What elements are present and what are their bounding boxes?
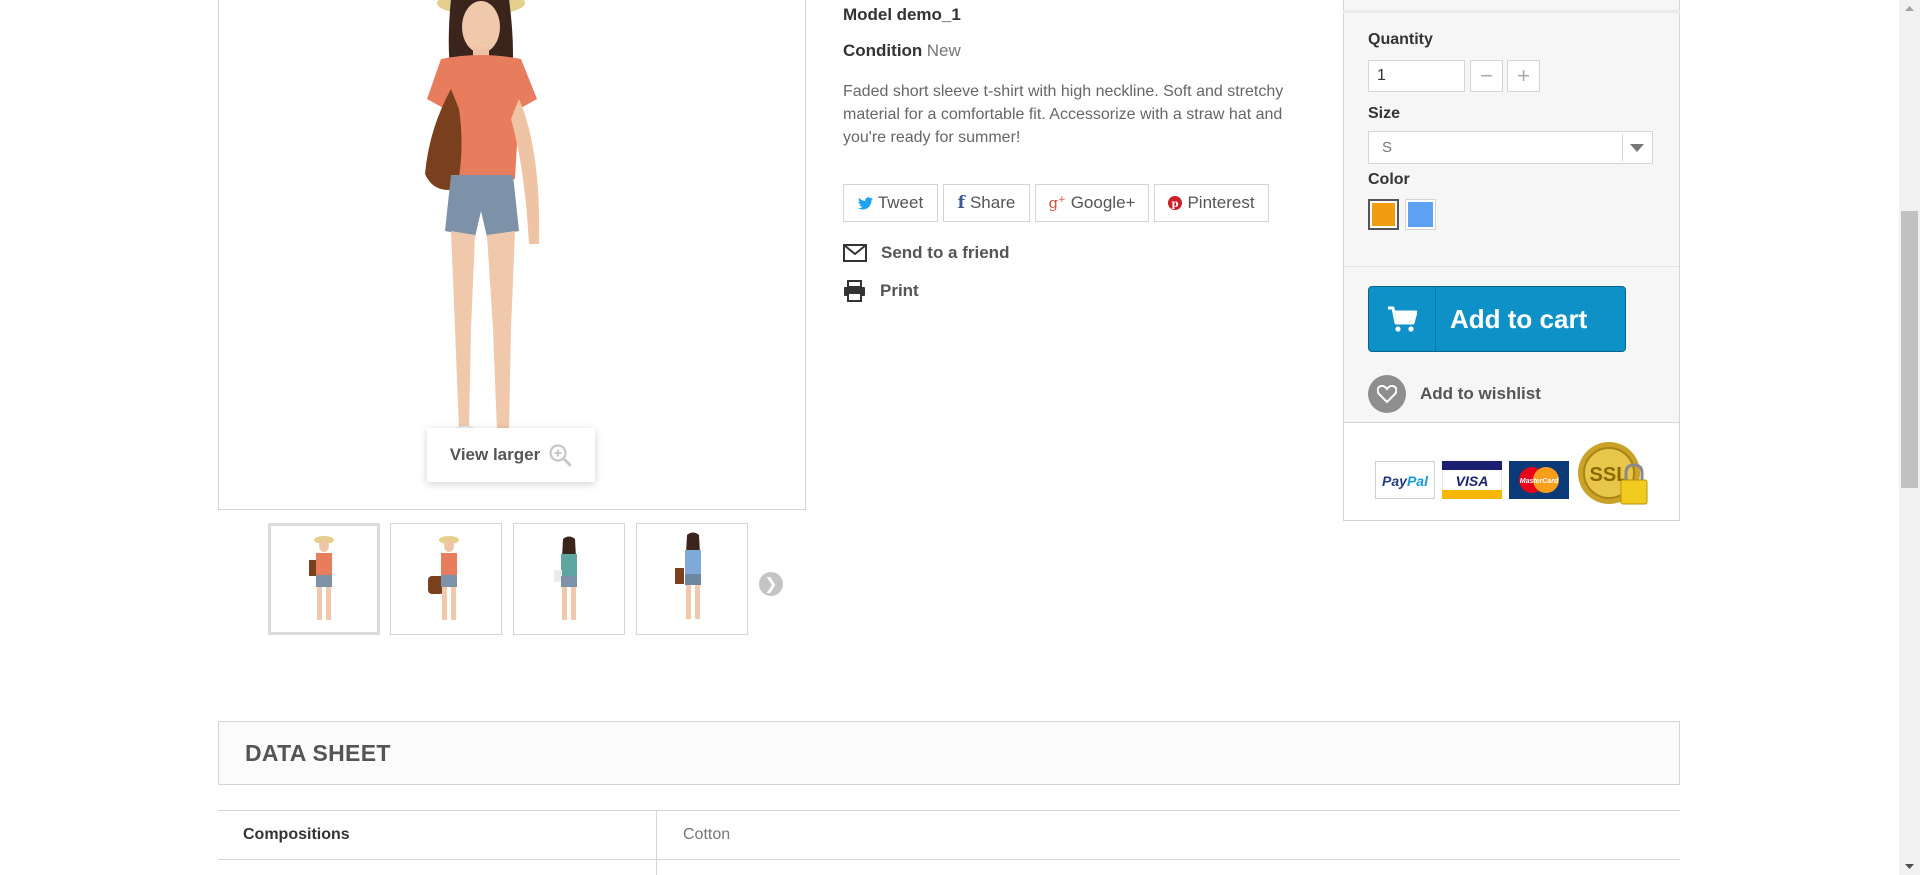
- quantity-decrease-button[interactable]: −: [1470, 60, 1503, 92]
- thumbnail-photo: [309, 536, 334, 620]
- add-to-wishlist-link[interactable]: Add to wishlist: [1368, 375, 1541, 413]
- data-sheet-key: Compositions: [243, 826, 350, 843]
- twitter-icon: [857, 196, 873, 209]
- thumbnail-3[interactable]: [513, 523, 625, 635]
- color-label: Color: [1368, 171, 1410, 188]
- buy-box-top-shade: [1343, 10, 1680, 13]
- quantity-increase-button[interactable]: +: [1507, 60, 1540, 92]
- google-plus-label: Google+: [1070, 193, 1136, 212]
- scroll-down-icon[interactable]: [1899, 858, 1920, 875]
- plus-icon: +: [1517, 63, 1530, 88]
- scroll-up-icon[interactable]: [1899, 0, 1920, 17]
- printer-icon: [844, 280, 865, 302]
- zoom-in-icon: [549, 444, 572, 467]
- google-plus-button[interactable]: g+ Google+: [1035, 184, 1149, 222]
- svg-text:p: p: [1172, 199, 1179, 210]
- data-sheet-header: DATA SHEET: [218, 721, 1680, 785]
- size-select[interactable]: S: [1368, 131, 1653, 164]
- thumbnail-2[interactable]: [390, 523, 502, 635]
- condition-value: New: [926, 41, 961, 60]
- send-to-friend-label: Send to a friend: [881, 243, 1010, 262]
- add-to-wishlist-label: Add to wishlist: [1420, 384, 1541, 403]
- minus-icon: −: [1480, 63, 1493, 88]
- google-plus-icon: g+: [1048, 194, 1066, 212]
- svg-text:VISA: VISA: [1456, 473, 1489, 489]
- svg-text:PayPal: PayPal: [1382, 473, 1429, 489]
- mastercard-logo: MasterCard: [1509, 461, 1569, 499]
- model-value: demo_1: [896, 5, 961, 24]
- column-divider: [656, 811, 657, 875]
- color-swatch-orange[interactable]: [1368, 199, 1399, 230]
- svg-text:MasterCard: MasterCard: [1520, 478, 1559, 485]
- size-label: Size: [1368, 105, 1401, 122]
- view-larger-button[interactable]: View larger: [427, 428, 595, 482]
- tweet-label: Tweet: [877, 193, 924, 212]
- add-to-cart-label: Add to cart: [1450, 303, 1588, 334]
- quantity-label: Quantity: [1368, 31, 1433, 48]
- add-to-cart-button[interactable]: Add to cart: [1368, 286, 1626, 352]
- envelope-icon: [843, 244, 867, 262]
- view-larger-label: View larger: [449, 445, 541, 464]
- share-label: Share: [969, 193, 1016, 212]
- data-sheet-title: DATA SHEET: [245, 740, 391, 766]
- model-label: Model: [843, 5, 893, 24]
- scrollbar-thumb[interactable]: [1901, 211, 1918, 488]
- size-selected-value: S: [1382, 139, 1393, 156]
- condition-label: Condition: [843, 41, 923, 60]
- color-swatch-blue[interactable]: [1405, 199, 1436, 230]
- print-label: Print: [880, 281, 919, 300]
- pinterest-label: Pinterest: [1187, 193, 1255, 212]
- thumbnail-photo: [675, 532, 701, 619]
- table-row: Compositions Cotton: [218, 810, 1680, 875]
- pinterest-button[interactable]: p Pinterest: [1154, 184, 1269, 222]
- thumbnail-1[interactable]: [268, 523, 380, 635]
- facebook-share-button[interactable]: f Share: [943, 184, 1030, 222]
- cart-icon: [1388, 306, 1417, 332]
- swatch-fill: [1408, 202, 1433, 227]
- print-link[interactable]: Print: [843, 280, 919, 302]
- facebook-icon: f: [957, 193, 965, 213]
- swatch-fill: [1372, 203, 1395, 226]
- thumbnail-photo: [554, 536, 577, 620]
- paypal-logo: PayPal: [1375, 461, 1435, 499]
- heart-icon: [1368, 375, 1406, 413]
- visa-logo: VISA: [1442, 461, 1502, 499]
- dropdown-arrow-icon: [1622, 134, 1650, 161]
- ssl-secure-seal: SSL: [1578, 442, 1648, 505]
- product-reference: Model demo_1: [843, 5, 961, 25]
- quantity-input[interactable]: [1368, 60, 1465, 92]
- data-sheet-value: Cotton: [683, 826, 731, 843]
- product-condition: Condition New: [843, 41, 961, 61]
- thumbnail-photo: [428, 536, 459, 620]
- thumbnail-4[interactable]: [636, 523, 748, 635]
- cart-icon-wrapper: [1369, 287, 1436, 351]
- thumbnails-next-icon[interactable]: ❯: [759, 572, 783, 596]
- tweet-button[interactable]: Tweet: [843, 184, 938, 222]
- send-to-friend-link[interactable]: Send to a friend: [843, 243, 1009, 263]
- product-description: Faded short sleeve t-shirt with high nec…: [843, 83, 1284, 146]
- pinterest-icon: p: [1168, 196, 1183, 210]
